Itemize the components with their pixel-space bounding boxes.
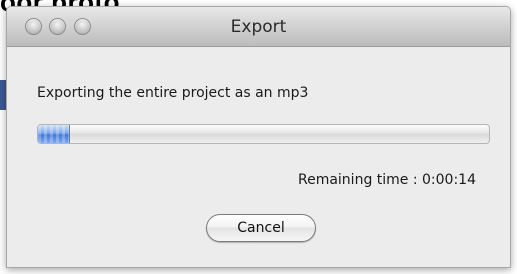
export-progress-bar <box>37 124 490 144</box>
remaining-time-label: Remaining time : 0:00:14 <box>297 172 476 188</box>
progress-fill <box>38 125 70 143</box>
cancel-button[interactable]: Cancel <box>206 214 316 242</box>
export-dialog: Export Exporting the entire project as a… <box>6 6 511 268</box>
export-message: Exporting the entire project as an mp3 <box>37 85 309 101</box>
window-title: Export <box>230 17 287 37</box>
dialog-content: Exporting the entire project as an mp3 R… <box>7 48 510 267</box>
title-bar[interactable]: Export <box>7 7 510 47</box>
